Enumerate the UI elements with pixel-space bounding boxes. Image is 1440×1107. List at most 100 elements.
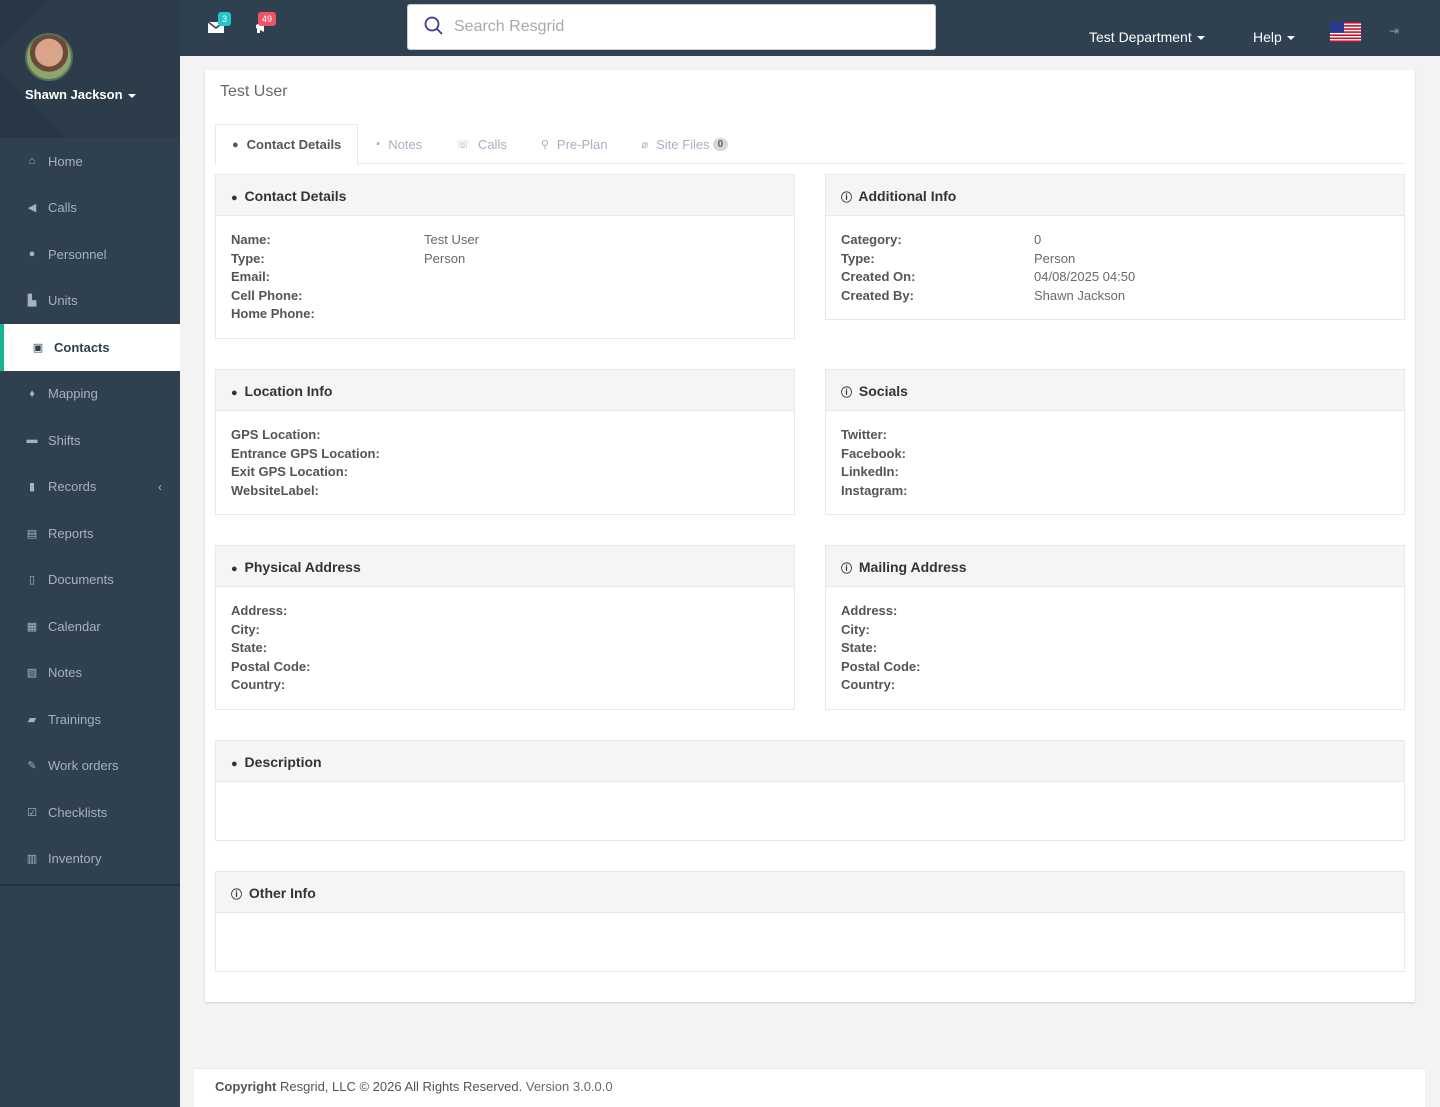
- fire-extinguisher-icon: ⚲: [540, 138, 549, 151]
- field-row: Country:: [841, 676, 1389, 695]
- logout-button[interactable]: ⇥: [1389, 24, 1399, 38]
- sidebar-item-contacts[interactable]: ▣ Contacts: [0, 324, 180, 371]
- sidebar-item-label: Shifts: [48, 432, 81, 448]
- other-info-panel: ⓘ Other Info: [215, 871, 1405, 972]
- description-panel: ● Description: [215, 740, 1405, 841]
- info-circle-icon: ⓘ: [841, 387, 852, 399]
- tab-calls[interactable]: ☏ Calls: [440, 124, 523, 164]
- field-row: Postal Code:: [231, 658, 779, 677]
- field-row: Twitter:: [841, 426, 1389, 445]
- clipboard-icon: ▤: [26, 527, 38, 540]
- briefcase-icon: ▬: [26, 434, 38, 447]
- panel-body: GPS Location: Entrance GPS Location: Exit …: [216, 411, 794, 512]
- field-row: Email:: [231, 268, 779, 287]
- sidebar-item-checklists[interactable]: ☑ Checklists: [0, 789, 180, 836]
- us-flag-icon[interactable]: [1330, 22, 1361, 42]
- truck-icon: ▙: [27, 295, 37, 308]
- avatar[interactable]: [25, 33, 73, 81]
- sidebar-item-work-orders[interactable]: ✎ Work orders: [0, 743, 180, 790]
- field-label: Address:: [231, 603, 288, 618]
- sidebar-item-label: Contacts: [54, 339, 110, 355]
- tab-contact-details[interactable]: ● Contact Details: [215, 124, 359, 165]
- sidebar-item-documents[interactable]: ▯ Documents: [0, 557, 180, 604]
- info-circle-icon: ⓘ: [231, 889, 242, 901]
- sidebar-item-mapping[interactable]: ♦ Mapping: [0, 371, 180, 418]
- field-value: 04/08/2025 04:50: [1034, 269, 1136, 285]
- book-icon: ▰: [27, 713, 37, 726]
- field-label: Facebook:: [841, 445, 907, 461]
- sidebar: Shawn Jackson ⌂ Home ◀ Calls ● Personnel ▙ Unit…: [0, 0, 180, 1107]
- calls-button[interactable]: 49: [254, 12, 277, 37]
- home-icon: ⌂: [28, 155, 36, 168]
- field-row: LinkedIn:: [841, 463, 1389, 482]
- department-dropdown[interactable]: Test Department: [1089, 29, 1205, 45]
- field-label: State:: [231, 640, 268, 656]
- sidebar-item-shifts[interactable]: ▬ Shifts: [0, 417, 180, 464]
- panel-title: Location Info: [244, 383, 333, 399]
- info-circle-icon: ⓘ: [841, 192, 852, 204]
- field-row: Home Phone:: [231, 305, 779, 324]
- search-box: [407, 4, 936, 50]
- help-dropdown[interactable]: Help: [1253, 29, 1295, 45]
- sidebar-item-calls[interactable]: ◀ Calls: [0, 185, 180, 232]
- panel-body: Category: 0 Type: Person Created On: 04/08/20…: [826, 216, 1404, 317]
- sidebar-item-inventory[interactable]: ▥ Inventory: [0, 836, 180, 883]
- tab-label: Contact Details: [246, 137, 342, 152]
- notes-icon: ▧: [26, 667, 38, 680]
- file-icon: ▮: [28, 481, 36, 494]
- sidebar-item-records[interactable]: ▮ Records ‹: [0, 464, 180, 511]
- phone-icon: ☏: [456, 138, 470, 151]
- field-label: Exit GPS Location:: [231, 464, 349, 480]
- tab-notes[interactable]: ▪ Notes: [360, 124, 438, 164]
- field-row: Address:: [231, 602, 779, 621]
- sign-out-icon: ⇥: [1389, 24, 1400, 38]
- field-value: Person: [424, 250, 466, 266]
- caret-down-icon: [127, 93, 136, 98]
- search-icon: [424, 16, 443, 35]
- mailing-address-panel: ⓘ Mailing Address Address: City: State: Pos…: [825, 545, 1405, 710]
- sidebar-item-label: Work orders: [48, 758, 119, 774]
- field-row: City:: [841, 621, 1389, 640]
- sidebar-item-reports[interactable]: ▤ Reports: [0, 510, 180, 557]
- sidebar-item-calendar[interactable]: ▦ Calendar: [0, 603, 180, 650]
- field-row: Created By: Shawn Jackson: [841, 287, 1389, 306]
- sidebar-item-label: Calendar: [48, 618, 101, 634]
- physical-address-panel: ● Physical Address Address: City: State: Po…: [215, 545, 795, 710]
- sidebar-item-units[interactable]: ▙ Units: [0, 278, 180, 325]
- panel-title: Physical Address: [244, 559, 361, 575]
- sidebar-item-personnel[interactable]: ● Personnel: [0, 231, 180, 278]
- panel-header: ● Contact Details: [216, 175, 794, 216]
- field-row: Facebook:: [841, 445, 1389, 464]
- location-info-panel: ● Location Info GPS Location: Entrance GP…: [215, 369, 795, 515]
- field-label: Postal Code:: [231, 658, 311, 674]
- sidebar-item-label: Reports: [48, 525, 94, 541]
- sidebar-item-label: Notes: [48, 665, 82, 681]
- panel-title: Contact Details: [244, 188, 347, 204]
- footer-version: Version 3.0.0.0: [522, 1079, 613, 1094]
- tab-label: Site Files: [656, 136, 710, 152]
- messages-button[interactable]: 3: [207, 12, 232, 36]
- sidebar-nav: ⌂ Home ◀ Calls ● Personnel ▙ Units ▣ Contacts ♦ Map…: [0, 138, 180, 882]
- sidebar-item-label: Home: [48, 153, 83, 169]
- tab-pre-plan[interactable]: ⚲ Pre-Plan: [525, 124, 624, 164]
- tab-label: Notes: [388, 136, 423, 152]
- field-row: State:: [231, 639, 779, 658]
- top-navbar: 3 49 Test Department Help ⇥: [180, 0, 1440, 56]
- panel-body: Address: City: State: Postal Code: Country:: [826, 587, 1404, 707]
- field-label: Twitter:: [841, 427, 887, 442]
- tab-site-files[interactable]: ⌀ Site Files 0: [625, 124, 744, 164]
- field-row: Postal Code:: [841, 658, 1389, 677]
- panel-body: Address: City: State: Postal Code: Country:: [216, 587, 794, 707]
- panel-body: Name: Test User Type: Person Email: Cell Phon…: [216, 216, 794, 336]
- user-menu-toggle[interactable]: Shawn Jackson: [25, 87, 136, 102]
- sidebar-item-home[interactable]: ⌂ Home: [0, 138, 180, 185]
- panel-title: Description: [244, 754, 322, 770]
- user-icon: ●: [231, 387, 238, 399]
- sidebar-item-trainings[interactable]: ▰ Trainings: [0, 696, 180, 743]
- sidebar-item-label: Inventory: [48, 851, 102, 867]
- tab-label: Pre-Plan: [556, 136, 608, 152]
- field-row: Cell Phone:: [231, 287, 779, 306]
- search-input[interactable]: [454, 15, 904, 39]
- sidebar-item-notes[interactable]: ▧ Notes: [0, 650, 180, 697]
- chevron-left-icon: ‹: [158, 479, 162, 494]
